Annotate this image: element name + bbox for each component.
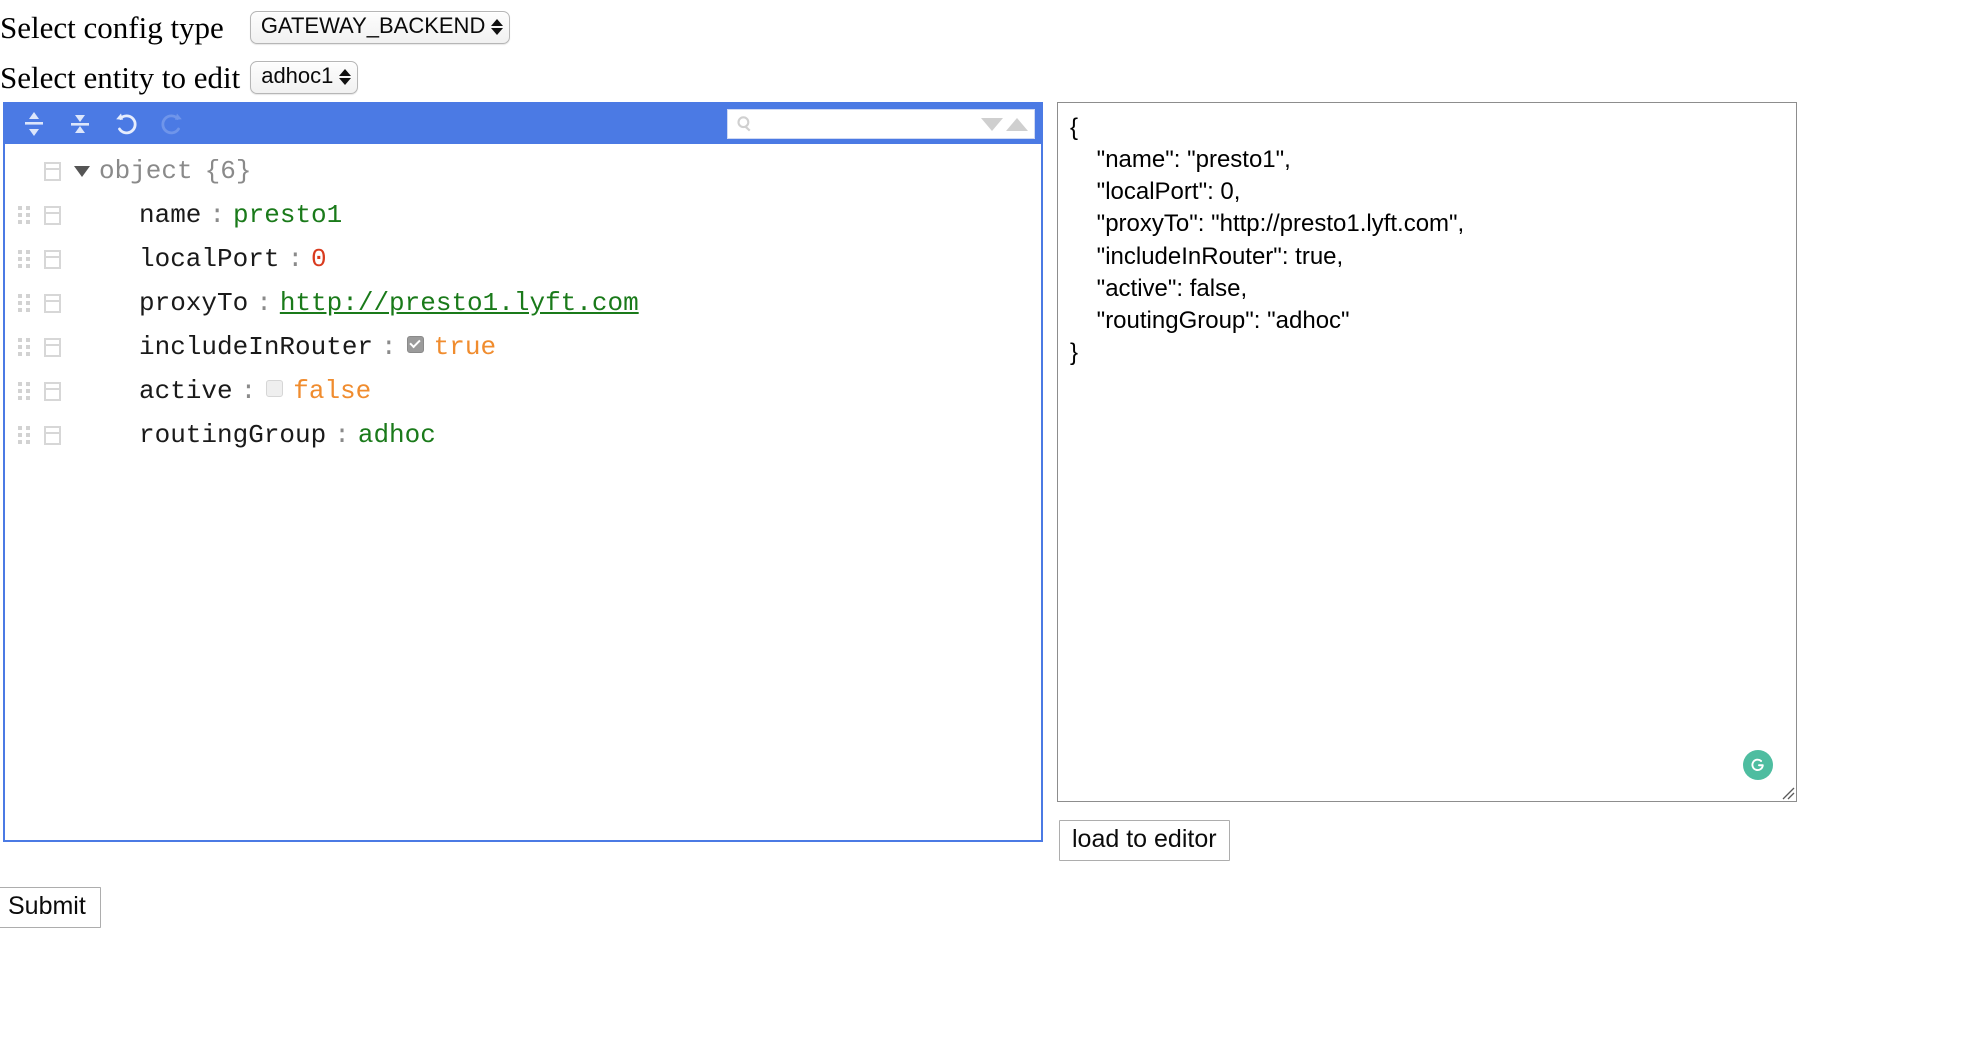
key-value-separator: : <box>240 376 257 406</box>
tree-key-routinggroup[interactable]: routingGroup <box>95 420 326 450</box>
search-icon <box>734 115 756 133</box>
chevron-down-icon[interactable] <box>69 165 95 177</box>
triangle-up-icon[interactable] <box>1006 117 1028 131</box>
drag-handle-icon[interactable] <box>13 294 35 312</box>
context-menu-icon[interactable] <box>35 337 69 357</box>
entity-select-value: adhoc1 <box>261 63 334 88</box>
tree-key-proxyto[interactable]: proxyTo <box>95 288 248 318</box>
key-value-separator: : <box>381 332 397 362</box>
context-menu-icon[interactable] <box>35 381 69 401</box>
tree-row-routinggroup[interactable]: routingGroup : adhoc <box>5 413 1041 457</box>
tree-value-includeinrouter[interactable]: true <box>434 332 496 362</box>
tree-value-routinggroup[interactable]: adhoc <box>358 420 436 450</box>
undo-icon[interactable] <box>107 109 145 139</box>
tree-key-name[interactable]: name <box>95 200 201 230</box>
json-search-box[interactable] <box>727 109 1035 139</box>
tree-value-proxyto-link[interactable]: http://presto1.lyft.com <box>280 288 639 318</box>
config-type-select[interactable]: GATEWAY_BACKEND <box>249 10 511 44</box>
key-value-separator: : <box>334 420 350 450</box>
json-tree-body: object {6} name : presto1 localPort: 0 … <box>5 144 1041 840</box>
load-to-editor-button[interactable]: load to editor <box>1059 820 1230 861</box>
config-type-row: Select config type GATEWAY_BACKEND <box>0 2 1988 52</box>
tree-value-localport[interactable]: 0 <box>311 244 327 274</box>
config-type-label: Select config type <box>0 9 224 45</box>
drag-handle-icon[interactable] <box>13 250 35 268</box>
context-menu-icon[interactable] <box>35 161 69 181</box>
key-value-separator: : <box>209 200 226 230</box>
boolean-checkbox-active[interactable] <box>266 379 284 397</box>
context-menu-icon[interactable] <box>35 249 69 269</box>
redo-icon[interactable] <box>153 109 191 139</box>
drag-handle-icon[interactable] <box>13 338 35 356</box>
context-menu-icon[interactable] <box>35 293 69 313</box>
key-value-separator: : <box>287 244 304 274</box>
tree-row-includeinrouter[interactable]: includeInRouter : true <box>5 325 1041 369</box>
triangle-down-icon[interactable] <box>981 117 1003 131</box>
tree-value-name[interactable]: presto1 <box>233 200 342 230</box>
tree-row-active[interactable]: active : false <box>5 369 1041 413</box>
resize-handle-icon[interactable] <box>1779 784 1795 800</box>
entity-stepper-icon[interactable] <box>339 69 352 85</box>
collapse-all-icon[interactable] <box>61 109 99 139</box>
drag-handle-icon[interactable] <box>13 426 35 444</box>
submit-row: Submit <box>0 886 1988 928</box>
tree-row-root[interactable]: object {6} <box>5 149 1041 193</box>
tree-value-active[interactable]: false <box>293 376 371 406</box>
json-tree-editor[interactable]: object {6} name : presto1 localPort: 0 … <box>3 102 1043 842</box>
tree-row-name[interactable]: name : presto1 <box>5 193 1041 237</box>
tree-root-label: object <box>99 156 193 186</box>
config-type-select-value: GATEWAY_BACKEND <box>260 13 486 38</box>
tree-row-localport[interactable]: localPort : 0 <box>5 237 1041 281</box>
submit-button[interactable]: Submit <box>0 886 101 928</box>
expand-all-icon[interactable] <box>15 109 53 139</box>
tree-key-includeinrouter[interactable]: includeInRouter <box>95 332 373 362</box>
tree-key-localport[interactable]: localPort <box>95 244 279 274</box>
drag-handle-icon[interactable] <box>13 382 35 400</box>
entity-row: Select entity to edit adhoc1 <box>0 52 1988 102</box>
load-to-editor-row: load to editor <box>1057 820 1797 861</box>
entity-label: Select entity to edit <box>0 59 241 95</box>
tree-root-count: {6} <box>204 156 252 186</box>
config-type-stepper-icon[interactable] <box>491 19 504 35</box>
drag-handle-icon[interactable] <box>13 206 35 224</box>
key-value-separator: : <box>256 288 272 318</box>
entity-select[interactable]: adhoc1 <box>250 60 359 94</box>
json-preview-column: { "name": "presto1", "localPort": 0, "pr… <box>1057 102 1797 861</box>
context-menu-icon[interactable] <box>35 205 69 225</box>
search-nav-buttons <box>981 117 1030 131</box>
tree-row-proxyto[interactable]: proxyTo : http://presto1.lyft.com <box>5 281 1041 325</box>
config-selection-form: Select config type GATEWAY_BACKEND Selec… <box>0 2 1988 102</box>
editor-work-area: object {6} name : presto1 localPort: 0 … <box>0 102 1988 861</box>
search-input[interactable] <box>756 113 981 135</box>
boolean-checkbox-includeinrouter[interactable] <box>406 335 424 353</box>
json-preview-wrapper: { "name": "presto1", "localPort": 0, "pr… <box>1057 102 1797 802</box>
json-editor-toolbar <box>5 104 1041 144</box>
context-menu-icon[interactable] <box>35 425 69 445</box>
json-preview-textarea[interactable]: { "name": "presto1", "localPort": 0, "pr… <box>1057 102 1797 802</box>
tree-key-active[interactable]: active <box>95 376 233 406</box>
grammarly-icon[interactable] <box>1743 750 1773 780</box>
